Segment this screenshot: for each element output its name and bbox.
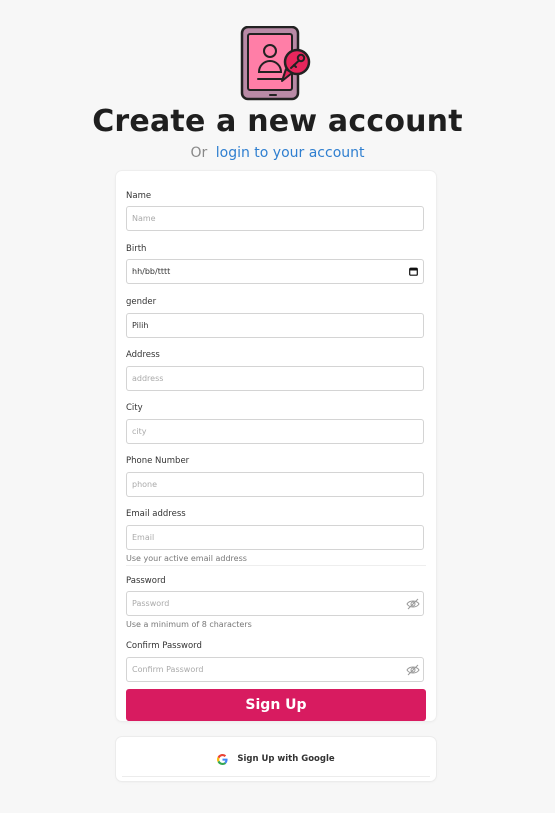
address-label: Address bbox=[126, 350, 160, 360]
login-link[interactable]: login to your account bbox=[216, 145, 365, 161]
eye-off-icon[interactable] bbox=[406, 664, 420, 676]
confirm-password-placeholder: Confirm Password bbox=[132, 665, 204, 674]
email-label: Email address bbox=[126, 509, 186, 519]
eye-off-icon[interactable] bbox=[406, 598, 420, 610]
phone-label: Phone Number bbox=[126, 456, 190, 466]
gender-select[interactable]: Pilih bbox=[126, 313, 424, 338]
divider bbox=[122, 776, 430, 777]
email-input[interactable]: Email bbox=[126, 525, 424, 550]
city-label: City bbox=[126, 403, 143, 413]
google-signup-card: Sign Up with Google bbox=[116, 737, 436, 781]
password-hint: Use a minimum of 8 characters bbox=[126, 620, 252, 629]
city-input[interactable]: city bbox=[126, 419, 424, 444]
birth-date-value: hh/bb/tttt bbox=[132, 267, 171, 276]
divider bbox=[126, 565, 426, 566]
birth-label: Birth bbox=[126, 244, 147, 254]
or-text: Or bbox=[190, 145, 208, 161]
name-input[interactable]: Name bbox=[126, 206, 424, 231]
account-key-logo-icon bbox=[240, 26, 311, 101]
calendar-icon[interactable] bbox=[409, 267, 418, 276]
email-hint: Use your active email address bbox=[126, 554, 247, 563]
password-label: Password bbox=[126, 576, 166, 586]
password-input[interactable]: Password bbox=[126, 591, 424, 616]
google-sign-up-label: Sign Up with Google bbox=[237, 754, 335, 764]
gender-label: gender bbox=[126, 297, 157, 307]
google-sign-up-button[interactable]: Sign Up with Google bbox=[116, 737, 436, 781]
page-title: Create a new account bbox=[92, 104, 463, 139]
google-icon bbox=[217, 753, 228, 765]
subtitle: Or login to your account bbox=[0, 145, 555, 161]
password-placeholder: Password bbox=[132, 599, 170, 608]
name-label: Name bbox=[126, 191, 152, 201]
phone-input[interactable]: phone bbox=[126, 472, 424, 497]
address-input[interactable]: address bbox=[126, 366, 424, 391]
sign-up-button[interactable]: Sign Up bbox=[126, 689, 426, 721]
confirm-password-label: Confirm Password bbox=[126, 641, 202, 651]
birth-date-input[interactable]: hh/bb/tttt bbox=[126, 259, 424, 284]
confirm-password-input[interactable]: Confirm Password bbox=[126, 657, 424, 682]
signup-form-card: Name Name Birth hh/bb/tttt gender Pilih … bbox=[116, 171, 436, 721]
